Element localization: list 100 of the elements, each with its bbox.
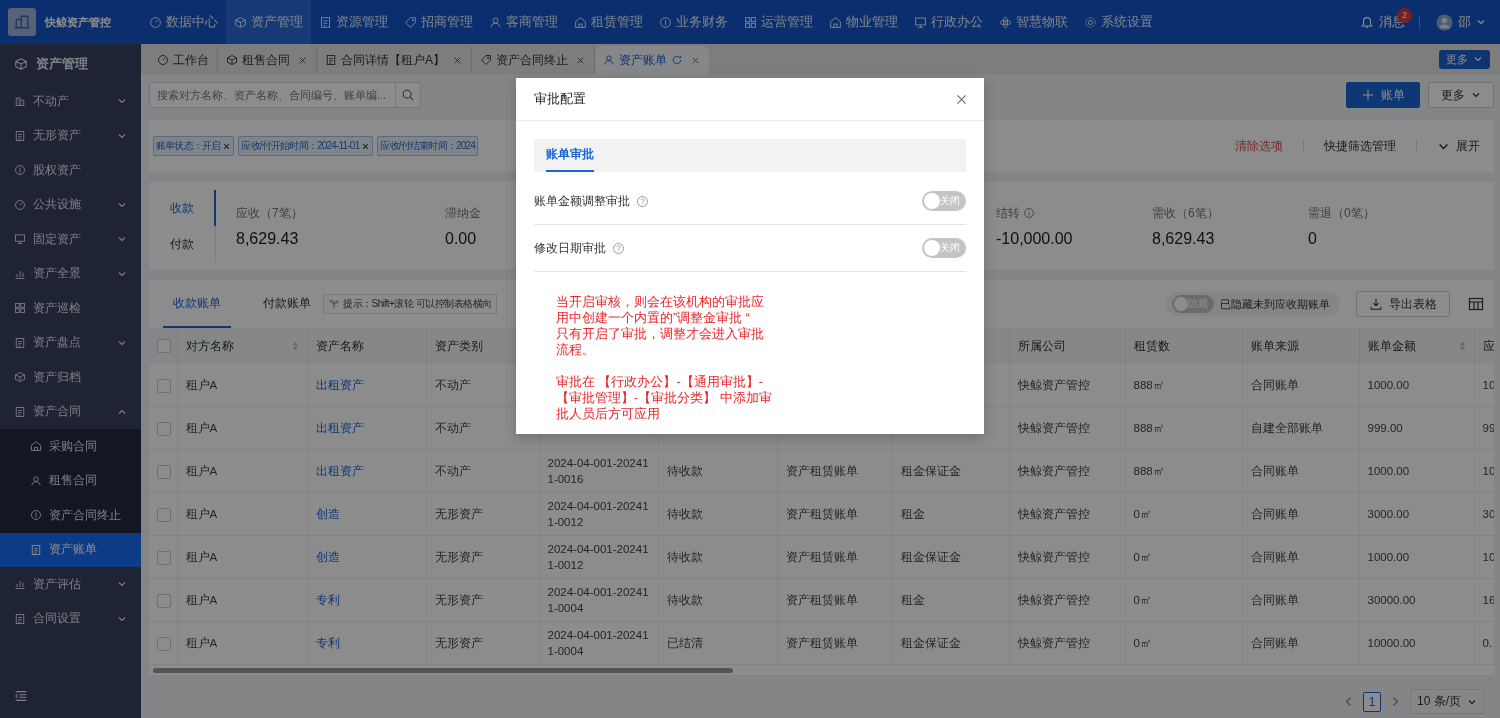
page-tab[interactable]: 资产账单 (595, 46, 709, 74)
table-cell: 租户A (185, 379, 218, 391)
checkbox[interactable] (157, 593, 171, 608)
sidebar-item[interactable]: 资产评估 (0, 567, 141, 602)
sidebar-item[interactable]: 资产巡检 (0, 291, 141, 326)
clear-filters-link[interactable]: 清除选项 (1235, 137, 1283, 155)
nav-item[interactable]: 招商管理 (396, 0, 481, 44)
table-cell: 99 (1482, 422, 1494, 434)
bill-tab[interactable]: 付款账单 (253, 280, 321, 328)
table-cell: 30000.00 (1367, 594, 1416, 606)
person-icon (603, 54, 615, 66)
page-tab[interactable]: 租售合同 (218, 46, 317, 74)
asset-link[interactable]: 专利 (315, 594, 340, 606)
building-icon (14, 95, 26, 108)
sidebar-item[interactable]: 资产合同 (0, 394, 141, 429)
quick-filter-link[interactable]: 快捷筛选管理 (1324, 137, 1396, 155)
table-cell: 租金保证金 (900, 637, 961, 649)
add-bill-button[interactable]: 账单 (1346, 82, 1420, 108)
table-cell: 合同账单 (1250, 551, 1299, 563)
sidebar-item[interactable]: 公共设施 (0, 187, 141, 222)
table-cell: 无形资产 (434, 551, 483, 563)
asset-link[interactable]: 出租资产 (315, 379, 364, 391)
dialog-tab[interactable]: 账单审批 (546, 139, 594, 172)
mode-tab[interactable]: 付款 (149, 226, 216, 262)
collapse-menu-icon[interactable] (14, 689, 28, 703)
checkbox[interactable] (157, 464, 171, 479)
asset-link[interactable]: 出租资产 (315, 465, 364, 477)
sidebar-item[interactable]: 无形资产 (0, 118, 141, 153)
table-columns-icon[interactable] (1468, 296, 1484, 312)
sidebar-item[interactable]: 资产盘点 (0, 325, 141, 360)
checkbox[interactable] (157, 339, 171, 354)
sidebar-item[interactable]: 股权资产 (0, 153, 141, 188)
sidebar-subitem[interactable]: 采购合同 (0, 429, 141, 464)
nav-item[interactable]: 客商管理 (481, 0, 566, 44)
sort-icon[interactable] (291, 341, 299, 351)
more-button[interactable]: 更多 (1439, 49, 1490, 69)
table-cell: 888㎡ (1133, 465, 1165, 477)
sidebar-subitem[interactable]: 租售合同 (0, 463, 141, 498)
checkbox[interactable] (157, 550, 171, 565)
export-button[interactable]: 导出表格 (1356, 291, 1450, 317)
dialog-title: 审批配置 (534, 90, 586, 108)
filter-tag[interactable]: 应收/付开始时间：2024-11-01 (238, 136, 374, 156)
monitor-icon (914, 15, 927, 29)
checkbox[interactable] (157, 421, 171, 436)
nav-item[interactable]: 数据中心 (141, 0, 226, 44)
close-icon[interactable] (222, 141, 232, 151)
help-icon (612, 241, 625, 255)
page-button[interactable]: 1 (1363, 691, 1381, 712)
asset-link[interactable]: 创造 (315, 551, 340, 563)
sidebar-item[interactable]: 合同设置 (0, 601, 141, 636)
close-icon[interactable] (955, 92, 968, 106)
table-cell: 租户A (185, 637, 218, 649)
checkbox[interactable] (157, 378, 171, 393)
mode-tab[interactable]: 收款 (149, 190, 216, 226)
table-cell: 待收款 (666, 594, 703, 606)
table-cell: 不动产 (434, 379, 471, 391)
table-cell: 10 (1482, 551, 1494, 563)
nav-item[interactable]: 系统设置 (1076, 0, 1161, 44)
sidebar-subitem[interactable]: 资产合同终止 (0, 498, 141, 533)
nav-item[interactable]: 智慧物联 (991, 0, 1076, 44)
sidebar-item[interactable]: 固定资产 (0, 222, 141, 257)
page-size-select[interactable]: 10 条/页 (1410, 689, 1484, 714)
table-cell: 待收款 (666, 508, 703, 520)
search-icon[interactable] (401, 88, 415, 102)
sidebar-item[interactable]: 资产全景 (0, 256, 141, 291)
expand-link[interactable]: 展开 (1437, 137, 1480, 155)
filter-tag[interactable]: 应收/付结束时间：2024 (377, 136, 479, 156)
refresh-icon[interactable] (671, 54, 683, 66)
asset-link[interactable]: 出租资产 (315, 422, 364, 434)
scrollbar[interactable] (153, 668, 733, 673)
filter-tag[interactable]: 账单状态：开启 (153, 136, 235, 156)
sort-icon[interactable] (1458, 341, 1466, 351)
sidebar-item[interactable]: 不动产 (0, 84, 141, 119)
asset-link[interactable]: 专利 (315, 637, 340, 649)
user-menu[interactable]: 邵 (1436, 13, 1486, 31)
atom-icon (999, 15, 1012, 29)
search-field[interactable]: 搜索对方名称、资产名称、合同编号、账单编... (149, 82, 421, 108)
checkbox[interactable] (157, 507, 171, 522)
checkbox[interactable] (157, 636, 171, 651)
table-cell: 待收款 (666, 465, 703, 477)
nav-item[interactable]: 资源管理 (311, 0, 396, 44)
caret-icon (1476, 17, 1486, 27)
table-cell: 快鲸资产管控 (1017, 594, 1090, 606)
nav-item[interactable]: 行政办公 (906, 0, 991, 44)
close-icon[interactable] (361, 141, 371, 151)
nav-item[interactable]: 业务财务 (651, 0, 736, 44)
table-cell: 888㎡ (1133, 422, 1165, 434)
table-cell: 待收款 (666, 551, 703, 563)
nav-item[interactable]: 租赁管理 (566, 0, 651, 44)
more-button[interactable]: 更多 (1428, 82, 1494, 108)
table-cell: 30 (1482, 508, 1494, 520)
grid-icon (14, 302, 26, 315)
sidebar-subitem[interactable]: 资产账单 (0, 532, 141, 567)
sidebar-item[interactable]: 资产归档 (0, 360, 141, 395)
nav-item[interactable]: 资产管理 (226, 0, 311, 44)
nav-item[interactable]: 物业管理 (821, 0, 906, 44)
asset-link[interactable]: 创造 (315, 508, 340, 520)
page-tab[interactable]: 工作台 (149, 46, 218, 74)
nav-item[interactable]: 运营管理 (736, 0, 821, 44)
page-tab[interactable]: 合同详情【租户A】 (317, 46, 472, 74)
